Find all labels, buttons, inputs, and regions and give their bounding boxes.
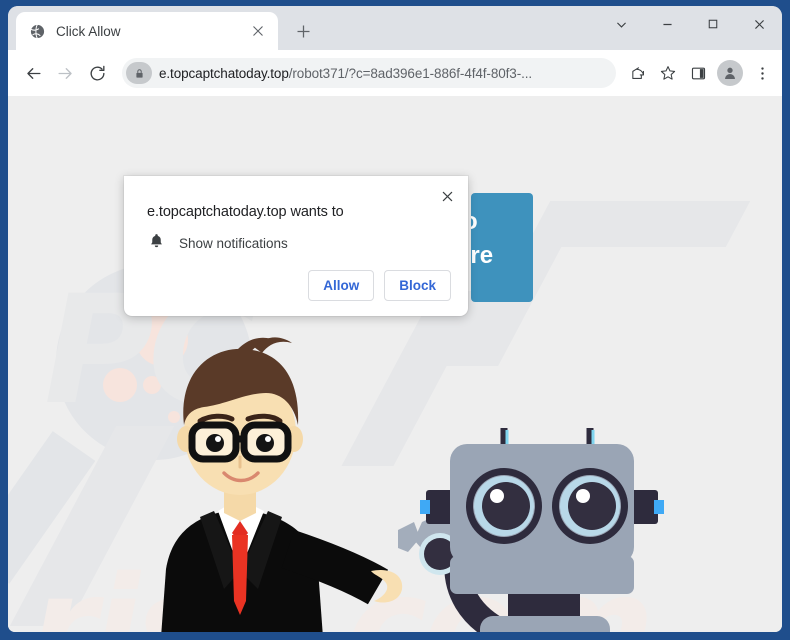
watermark-shape	[525, 201, 751, 247]
globe-icon	[29, 23, 46, 40]
promo-box: o are	[471, 193, 533, 302]
browser-tab[interactable]: Click Allow	[16, 12, 278, 50]
notification-permission-dialog: e.topcaptchatoday.top wants to Show noti…	[124, 176, 468, 316]
back-button[interactable]	[18, 58, 48, 88]
window-controls	[598, 6, 782, 42]
dialog-actions: Allow Block	[308, 270, 451, 301]
tab-strip: Click Allow	[8, 6, 782, 50]
allow-button[interactable]: Allow	[308, 270, 375, 301]
tab-title: Click Allow	[56, 23, 121, 39]
businessman-illustration	[161, 337, 403, 632]
side-panel-icon[interactable]	[684, 59, 712, 87]
close-icon[interactable]	[434, 183, 460, 209]
permission-label: Show notifications	[179, 235, 288, 251]
address-bar[interactable]: e.topcaptchatoday.top/robot371/?c=8ad396…	[122, 58, 616, 88]
window-frame: Click Allow e.topcaptchatoday.top/robot3…	[0, 0, 790, 640]
dialog-title: e.topcaptchatoday.top wants to	[147, 204, 344, 220]
minimize-button[interactable]	[644, 6, 690, 42]
chevron-down-icon[interactable]	[598, 6, 644, 42]
browser-toolbar: e.topcaptchatoday.top/robot371/?c=8ad396…	[8, 50, 782, 96]
url-domain: e.topcaptchatoday.top	[159, 65, 289, 81]
avatar[interactable]	[717, 60, 743, 86]
lock-icon[interactable]	[126, 62, 152, 84]
promo-line-1: o	[471, 205, 533, 239]
robot-illustration	[398, 428, 664, 632]
close-window-button[interactable]	[736, 6, 782, 42]
url-text: e.topcaptchatoday.top/robot371/?c=8ad396…	[152, 66, 612, 81]
url-path: /robot371/?c=8ad396e1-886f-4f4f-80f3-...	[288, 65, 533, 81]
reload-button[interactable]	[82, 58, 112, 88]
star-icon[interactable]	[654, 59, 682, 87]
three-dot-menu-icon[interactable]	[748, 59, 776, 87]
block-button[interactable]: Block	[384, 270, 451, 301]
bell-icon	[148, 232, 165, 254]
close-icon[interactable]	[248, 21, 268, 41]
maximize-button[interactable]	[690, 6, 736, 42]
promo-line-2: are	[471, 242, 494, 269]
share-icon[interactable]	[624, 59, 652, 87]
forward-button[interactable]	[50, 58, 80, 88]
browser-window: Click Allow e.topcaptchatoday.top/robot3…	[8, 6, 782, 632]
page-viewport: PC risk.com o are	[8, 96, 782, 632]
permission-row: Show notifications	[148, 232, 288, 254]
new-tab-button[interactable]	[288, 16, 318, 46]
